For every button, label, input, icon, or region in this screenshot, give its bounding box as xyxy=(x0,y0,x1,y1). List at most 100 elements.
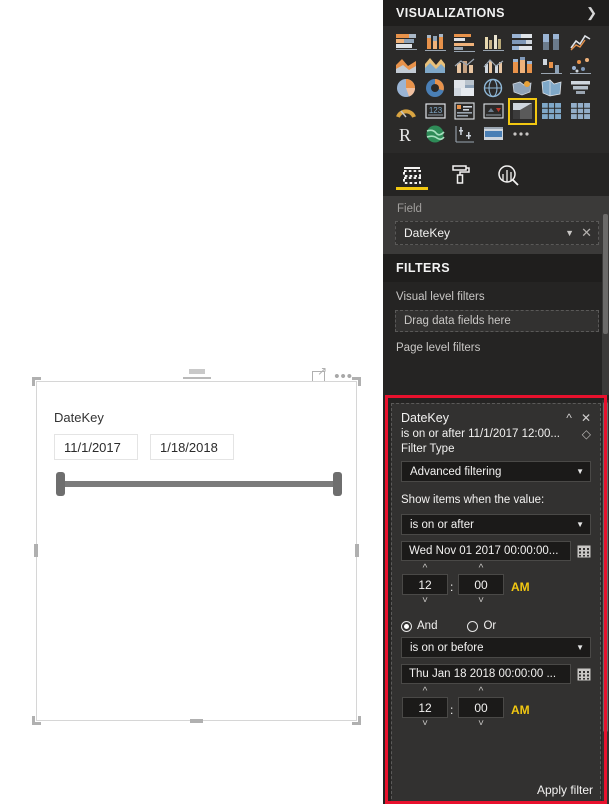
chevron-up-icon[interactable]: ^ xyxy=(566,412,572,424)
stacked-area-chart-icon[interactable] xyxy=(424,55,447,76)
resize-handle-bottom-right[interactable] xyxy=(352,716,361,725)
datekey-filter-card[interactable]: DateKey ^ ✕ is on or after 11/1/2017 12:… xyxy=(391,403,601,804)
radio-and[interactable]: And xyxy=(401,620,437,632)
radio-or[interactable]: Or xyxy=(467,620,496,632)
pane-scrollbar-upper[interactable] xyxy=(602,212,609,395)
line-stacked-column-chart-icon[interactable] xyxy=(453,55,476,76)
slider-track xyxy=(65,481,333,487)
chevron-up-icon[interactable]: ^ xyxy=(458,563,504,574)
calendar-icon[interactable] xyxy=(577,668,591,681)
paint-roller-icon xyxy=(452,164,470,184)
filter-card-container[interactable]: DateKey ^ ✕ is on or after 11/1/2017 12:… xyxy=(391,403,601,804)
time2-minute-spinner[interactable]: ^ 00 ˅ xyxy=(458,686,504,729)
chevron-down-icon[interactable]: ▼ xyxy=(565,228,574,238)
slicer-icon[interactable] xyxy=(508,98,537,125)
visualization-type-grid[interactable]: 123 R xyxy=(383,26,609,153)
visual-level-drop-zone[interactable]: Drag data fields here xyxy=(395,310,599,332)
resize-handle-right-middle[interactable] xyxy=(355,544,359,557)
map-icon[interactable] xyxy=(482,78,505,99)
filled-map-icon[interactable] xyxy=(511,78,534,99)
date2-input[interactable]: Thu Jan 18 2018 00:00:00 ... xyxy=(401,664,571,684)
date-slicer-visual[interactable]: DateKey 11/1/2017 1/18/2018 xyxy=(36,381,357,721)
waterfall-chart-icon[interactable] xyxy=(540,55,563,76)
multi-row-card-icon[interactable] xyxy=(453,101,476,122)
time2-hour-spinner[interactable]: ^ 12 ˅ xyxy=(402,686,448,729)
time1-minute-spinner[interactable]: ^ 00 ˅ xyxy=(458,563,504,606)
resize-handle-top-left[interactable] xyxy=(32,377,41,386)
chevron-up-icon[interactable]: ^ xyxy=(458,686,504,697)
chevron-down-icon[interactable]: ˅ xyxy=(402,595,448,606)
report-canvas[interactable]: ••• DateKey 11/1/2017 1/18/2018 xyxy=(0,0,383,804)
scatter-chart-icon[interactable] xyxy=(569,55,592,76)
card-icon[interactable]: 123 xyxy=(424,101,447,122)
slicer-visual-container[interactable]: ••• DateKey 11/1/2017 1/18/2018 xyxy=(32,365,361,725)
kpi-icon[interactable] xyxy=(482,101,505,122)
python-visual-icon[interactable] xyxy=(453,124,476,145)
drag-handle-icon[interactable] xyxy=(182,369,211,384)
time2-hour-value[interactable]: 12 xyxy=(402,697,448,718)
line-chart-icon[interactable] xyxy=(569,32,592,53)
table-icon[interactable] xyxy=(540,101,563,122)
100-percent-stacked-bar-chart-icon[interactable] xyxy=(511,32,534,53)
field-chip-datekey[interactable]: DateKey ▼ ✕ xyxy=(395,221,599,245)
time1-hour-value[interactable]: 12 xyxy=(402,574,448,595)
chevron-down-icon[interactable]: ˅ xyxy=(458,718,504,729)
time2-ampm[interactable]: AM xyxy=(511,703,530,717)
stacked-bar-chart-icon[interactable] xyxy=(395,32,418,53)
slider-handle-left[interactable] xyxy=(56,472,65,496)
r-script-visual-icon[interactable]: R xyxy=(395,124,418,145)
resize-handle-bottom-center[interactable] xyxy=(190,719,203,723)
condition2-dropdown[interactable]: is on or before ▼ xyxy=(401,637,591,658)
svg-text:R: R xyxy=(399,125,411,145)
time1-hour-spinner[interactable]: ^ 12 ˅ xyxy=(402,563,448,606)
more-options-icon[interactable]: ••• xyxy=(334,369,353,384)
chevron-up-icon[interactable]: ^ xyxy=(402,686,448,697)
slicer-start-date-input[interactable]: 11/1/2017 xyxy=(54,434,138,460)
matrix-icon[interactable] xyxy=(569,101,592,122)
analytics-tab[interactable] xyxy=(495,153,521,196)
chevron-down-icon[interactable]: ˅ xyxy=(402,718,448,729)
chevron-down-icon[interactable]: ˅ xyxy=(458,595,504,606)
more-visuals-icon[interactable] xyxy=(511,124,534,145)
clustered-bar-chart-icon[interactable] xyxy=(453,32,476,53)
filter-type-dropdown[interactable]: Advanced filtering ▼ xyxy=(401,461,591,482)
calendar-icon[interactable] xyxy=(577,545,591,558)
clustered-column-chart-icon[interactable] xyxy=(482,32,505,53)
gauge-icon[interactable] xyxy=(395,101,418,122)
stacked-column-chart-icon[interactable] xyxy=(424,32,447,53)
donut-chart-icon[interactable] xyxy=(424,78,447,99)
funnel-icon[interactable] xyxy=(569,78,592,99)
resize-handle-bottom-left[interactable] xyxy=(32,716,41,725)
chevron-up-icon[interactable]: ^ xyxy=(402,563,448,574)
format-tab[interactable] xyxy=(447,153,473,196)
eraser-icon[interactable]: ◇ xyxy=(582,427,591,441)
fields-tab[interactable] xyxy=(396,153,428,196)
close-icon[interactable]: ✕ xyxy=(581,225,592,241)
ribbon-chart-icon[interactable] xyxy=(511,55,534,76)
logic-operator-group[interactable]: And Or xyxy=(401,620,591,632)
pie-chart-icon[interactable] xyxy=(395,78,418,99)
condition1-dropdown[interactable]: is on or after ▼ xyxy=(401,514,591,535)
paginated-report-icon[interactable] xyxy=(482,124,505,145)
date1-input[interactable]: Wed Nov 01 2017 00:00:00... xyxy=(401,541,571,561)
resize-handle-top-right[interactable] xyxy=(352,377,361,386)
slicer-end-date-input[interactable]: 1/18/2018 xyxy=(150,434,234,460)
arcgis-maps-icon[interactable] xyxy=(424,124,447,145)
treemap-icon[interactable] xyxy=(453,78,476,99)
time2-minute-value[interactable]: 00 xyxy=(458,697,504,718)
slicer-range-slider[interactable] xyxy=(56,472,342,496)
shape-map-icon[interactable] xyxy=(540,78,563,99)
time1-minute-value[interactable]: 00 xyxy=(458,574,504,595)
slider-handle-right[interactable] xyxy=(333,472,342,496)
close-icon[interactable]: ✕ xyxy=(581,412,591,424)
chevron-right-icon[interactable]: ❯ xyxy=(586,5,597,21)
visualizations-pane[interactable]: VISUALIZATIONS ❯ 123 R Field DateKey ▼ ✕… xyxy=(383,0,609,804)
area-chart-icon[interactable] xyxy=(395,55,418,76)
line-clustered-column-chart-icon[interactable] xyxy=(482,55,505,76)
time1-ampm[interactable]: AM xyxy=(511,580,530,594)
apply-filter-button[interactable]: Apply filter xyxy=(537,783,593,797)
resize-handle-left-middle[interactable] xyxy=(34,544,38,557)
pane-tabs[interactable] xyxy=(383,153,609,196)
100-percent-stacked-column-chart-icon[interactable] xyxy=(540,32,563,53)
pane-scrollbar-lower[interactable] xyxy=(602,400,609,804)
